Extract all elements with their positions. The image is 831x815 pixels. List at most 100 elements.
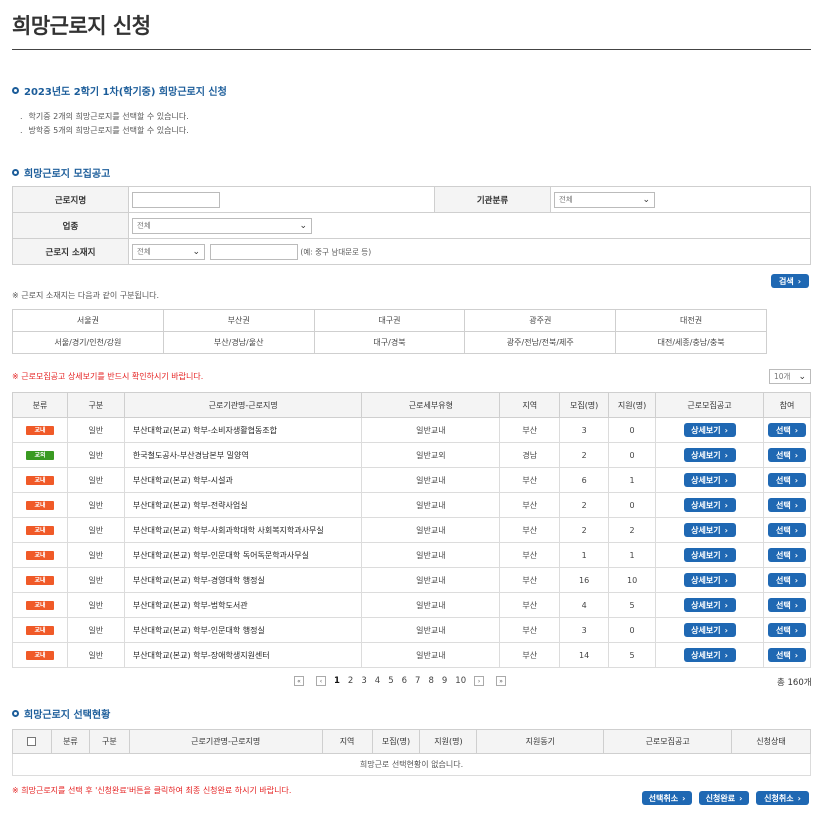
col-header: 참여 xyxy=(762,392,812,418)
type-cell: 일반 xyxy=(66,467,125,493)
col-header: 근로세부유형 xyxy=(361,392,501,418)
detail-view-label: 상세보기 xyxy=(691,450,721,460)
select-button[interactable]: 선택 › xyxy=(767,473,806,487)
detail-view-button[interactable]: 상세보기 › xyxy=(683,623,736,637)
detail-warning: ※ 근로모집공고 상세보기를 반드시 확인하시기 바랍니다. xyxy=(12,372,204,381)
category-cell: 교내 xyxy=(12,567,68,593)
recruit-table: 분류 구분 근로기관명-근로지명 근로세부유형 지역 모집(명) 지원(명) 근… xyxy=(12,392,812,668)
page-number-link[interactable]: 5 xyxy=(388,676,393,686)
chevron-down-icon: ⌄ xyxy=(192,246,200,257)
chevron-right-icon: › xyxy=(797,276,802,286)
col-header: 지역 xyxy=(321,729,373,754)
detail-type-cell: 일반교내 xyxy=(361,492,501,518)
detail-view-label: 상세보기 xyxy=(691,525,721,535)
detail-view-button[interactable]: 상세보기 › xyxy=(683,598,736,612)
detail-view-label: 상세보기 xyxy=(691,650,721,660)
select-button[interactable]: 선택 › xyxy=(767,573,806,587)
complete-application-button[interactable]: 신청완료 › xyxy=(699,791,749,805)
join-cell: 선택 › xyxy=(762,617,812,643)
org-type-select[interactable]: 전체 ⌄ xyxy=(554,191,655,208)
industry-select[interactable]: 전체 ⌄ xyxy=(132,217,312,234)
page-number-link[interactable]: 4 xyxy=(375,676,380,686)
category-badge: 교내 xyxy=(25,651,54,660)
cancel-application-label: 신청취소 xyxy=(764,793,794,803)
selected-section-title: 희망근로지 선택현황 xyxy=(12,706,110,721)
search-button[interactable]: 검색 › xyxy=(771,274,809,288)
page-number-link[interactable]: 9 xyxy=(442,676,447,686)
detail-view-button[interactable]: 상세보기 › xyxy=(683,498,736,512)
notice-cell: 상세보기 › xyxy=(655,542,764,568)
chevron-right-icon: › xyxy=(682,793,686,803)
region-cell: 부산 xyxy=(499,542,561,568)
location-select[interactable]: 전체 ⌄ xyxy=(132,243,205,260)
category-cell: 교외 xyxy=(12,442,68,468)
select-label: 선택 xyxy=(775,575,791,585)
region-cell: 부산 xyxy=(499,592,561,618)
category-badge: 교내 xyxy=(25,551,54,560)
detail-type-cell: 일반교내 xyxy=(361,567,501,593)
select-button[interactable]: 선택 › xyxy=(767,548,806,562)
col-header: 지원동기 xyxy=(476,729,605,754)
select-button[interactable]: 선택 › xyxy=(767,598,806,612)
detail-view-button[interactable]: 상세보기 › xyxy=(683,448,736,462)
col-header: 근로기관명-근로지명 xyxy=(128,729,323,754)
region-header: 대전권 xyxy=(615,309,767,332)
table-row: 교내 일반 부산대학교(본교) 학부-장애학생지원센터 일반교내 부산 14 5 상세보기 › 선… xyxy=(12,642,812,668)
select-label: 선택 xyxy=(775,550,791,560)
first-page-icon[interactable]: « xyxy=(294,676,304,686)
chevron-right-icon: › xyxy=(794,475,798,485)
detail-view-button[interactable]: 상세보기 › xyxy=(683,423,736,437)
chevron-right-icon: › xyxy=(724,625,728,635)
cancel-application-button[interactable]: 신청취소 › xyxy=(756,791,809,805)
page-number-link[interactable]: 7 xyxy=(415,676,420,686)
region-table: 서울권 부산권 대구권 광주권 대전권 서울/경기/인천/강원 부산/경남/울산… xyxy=(12,309,767,354)
select-label: 선택 xyxy=(775,500,791,510)
location-input[interactable] xyxy=(209,243,298,260)
select-button[interactable]: 선택 › xyxy=(767,648,806,662)
region-header: 광주권 xyxy=(464,309,617,332)
detail-view-button[interactable]: 상세보기 › xyxy=(683,648,736,662)
cancel-selection-button[interactable]: 선택취소 › xyxy=(642,791,692,805)
page-size-select[interactable]: 10개 ⌄ xyxy=(769,369,811,384)
category-badge: 교내 xyxy=(25,501,54,510)
table-row: 교내 일반 부산대학교(본교) 학부-인문대학 행정실 일반교내 부산 3 0 상세보기 › 선택… xyxy=(12,617,812,643)
detail-view-button[interactable]: 상세보기 › xyxy=(683,548,736,562)
page-number-link[interactable]: 1 xyxy=(334,676,340,686)
detail-view-button[interactable]: 상세보기 › xyxy=(683,473,736,487)
category-badge: 교내 xyxy=(25,601,54,610)
chevron-right-icon: › xyxy=(724,475,728,485)
recruit-section-title-text: 희망근로지 모집공고 xyxy=(24,169,111,180)
prev-page-icon[interactable]: ‹ xyxy=(316,676,326,686)
table-row: 교외 일반 한국철도공사-부산경남본부 밀양역 일반교외 경남 2 0 상세보기 › 선택 › xyxy=(12,442,812,468)
complete-application-label: 신청완료 xyxy=(705,793,736,803)
apply-section-title-text: 2023년도 2학기 1차(학기중) 희망근로지 신청 xyxy=(24,87,227,98)
page-number-link[interactable]: 3 xyxy=(361,676,366,686)
select-label: 선택 xyxy=(775,625,791,635)
detail-view-button[interactable]: 상세보기 › xyxy=(683,573,736,587)
select-button[interactable]: 선택 › xyxy=(767,623,806,637)
chevron-right-icon: › xyxy=(794,625,798,635)
page-number-link[interactable]: 2 xyxy=(348,676,353,686)
applied-count-cell: 1 xyxy=(608,542,657,568)
select-button[interactable]: 선택 › xyxy=(767,498,806,512)
last-page-icon[interactable]: » xyxy=(496,676,507,686)
work-name-cell: 부산대학교(본교) 학부-사회과학대학 사회복지학과사무실 xyxy=(123,517,363,543)
select-button[interactable]: 선택 › xyxy=(767,448,806,462)
detail-type-cell: 일반교내 xyxy=(361,617,501,643)
join-cell: 선택 › xyxy=(762,567,812,593)
detail-type-cell: 일반교내 xyxy=(361,642,501,668)
selected-table: 분류 구분 근로기관명-근로지명 지역 모집(명) 지원(명) 지원동기 근로모… xyxy=(12,729,811,776)
page-number-link[interactable]: 10 xyxy=(455,676,466,686)
recruit-count-cell: 16 xyxy=(559,567,610,593)
select-all-checkbox[interactable] xyxy=(27,737,37,746)
work-name-input[interactable] xyxy=(132,191,220,208)
detail-view-button[interactable]: 상세보기 › xyxy=(683,523,736,537)
work-name-label: 근로지명 xyxy=(12,186,129,213)
page-number-link[interactable]: 8 xyxy=(428,676,433,686)
select-button[interactable]: 선택 › xyxy=(767,523,806,537)
select-button[interactable]: 선택 › xyxy=(767,423,806,437)
empty-message: 희망근로 선택현황이 없습니다. xyxy=(12,753,811,776)
next-page-icon[interactable]: › xyxy=(474,676,485,686)
page-number-link[interactable]: 6 xyxy=(402,676,407,686)
detail-view-label: 상세보기 xyxy=(691,500,721,510)
